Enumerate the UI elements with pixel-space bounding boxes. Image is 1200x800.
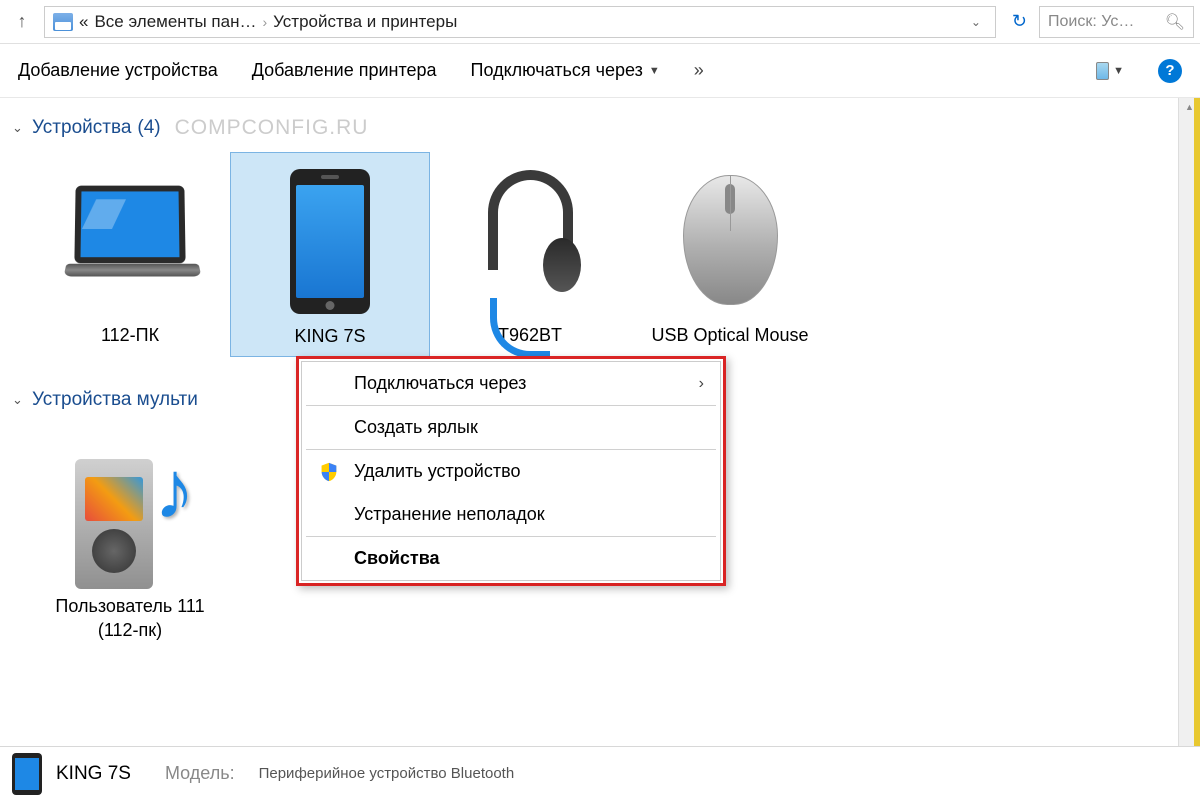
breadcrumb[interactable]: « Все элементы пан… › Устройства и принт… <box>44 6 996 38</box>
group-header-devices[interactable]: ⌄ Устройства (4) COMPCONFIG.RU <box>8 108 1170 144</box>
details-model-label: Модель: <box>165 763 235 784</box>
breadcrumb-prefix: « <box>79 12 88 32</box>
connect-via-button[interactable]: Подключаться через ▼ <box>471 60 660 81</box>
group-title: Устройства мульти <box>32 389 198 411</box>
menu-item-connect-via[interactable]: Подключаться через › <box>302 362 720 405</box>
folder-icon <box>53 13 73 31</box>
menu-item-troubleshoot[interactable]: Устранение неполадок <box>302 493 720 536</box>
chevron-down-icon: ⌄ <box>12 120 26 136</box>
device-item-media[interactable]: ♪ Пользователь 111 (112-пк) <box>30 423 230 650</box>
device-item-phone[interactable]: KING 7S <box>230 152 430 357</box>
window-edge <box>1194 98 1200 746</box>
nav-up-icon[interactable]: ↑ <box>6 6 38 38</box>
context-menu: Подключаться через › Создать ярлык Удали… <box>296 356 726 586</box>
chevron-right-icon: › <box>262 14 267 30</box>
search-input[interactable]: Поиск: Ус… 🔍︎ <box>1039 6 1194 38</box>
picture-icon <box>1096 62 1109 80</box>
address-bar: ↑ « Все элементы пан… › Устройства и при… <box>0 0 1200 44</box>
search-icon[interactable]: 🔍︎ <box>1165 12 1185 32</box>
details-thumbnail <box>12 753 42 795</box>
device-label: Пользователь 111 (112-пк) <box>38 595 222 642</box>
group-title: Устройства <box>32 117 131 139</box>
chevron-down-icon: ▼ <box>1113 65 1124 77</box>
media-player-icon: ♪ <box>65 434 195 589</box>
search-placeholder: Поиск: Ус… <box>1048 13 1134 31</box>
group-count: (4) <box>137 117 160 139</box>
breadcrumb-segment[interactable]: Устройства и принтеры <box>273 12 457 32</box>
add-device-button[interactable]: Добавление устройства <box>18 60 218 81</box>
device-label: USB Optical Mouse <box>651 324 808 347</box>
device-item-laptop[interactable]: 112-ПК <box>30 152 230 357</box>
menu-label: Создать ярлык <box>354 417 478 438</box>
add-printer-button[interactable]: Добавление принтера <box>252 60 437 81</box>
refresh-icon[interactable]: ↻ <box>1002 11 1037 32</box>
menu-item-create-shortcut[interactable]: Создать ярлык <box>302 406 720 449</box>
menu-label: Свойства <box>354 548 440 569</box>
details-device-name: KING 7S <box>56 763 131 785</box>
laptop-icon <box>65 185 195 295</box>
details-pane: KING 7S Модель: Периферийное устройство … <box>0 746 1200 800</box>
chevron-down-icon: ▼ <box>649 65 660 77</box>
menu-item-properties[interactable]: Свойства <box>302 537 720 580</box>
chevron-right-icon: › <box>699 375 704 393</box>
menu-label: Устранение неполадок <box>354 504 545 525</box>
device-item-headset[interactable]: T962BT <box>430 152 630 357</box>
help-icon[interactable]: ? <box>1158 59 1182 83</box>
device-list: 112-ПК KING 7S <box>8 144 1170 357</box>
content-area: ⌄ Устройства (4) COMPCONFIG.RU 112-ПК <box>0 98 1178 746</box>
menu-label: Удалить устройство <box>354 461 520 482</box>
mouse-icon <box>683 175 778 305</box>
toolbar: Добавление устройства Добавление принтер… <box>0 44 1200 98</box>
device-label: KING 7S <box>294 325 365 348</box>
device-label: 112-ПК <box>101 324 159 347</box>
shield-icon <box>318 460 340 484</box>
device-item-mouse[interactable]: USB Optical Mouse <box>630 152 830 357</box>
breadcrumb-dropdown-icon[interactable]: ⌄ <box>965 15 987 29</box>
toolbar-overflow-button[interactable]: » <box>694 60 704 81</box>
view-options-button[interactable]: ▼ <box>1096 60 1124 82</box>
details-model-value: Периферийное устройство Bluetooth <box>259 765 515 782</box>
menu-label: Подключаться через <box>354 373 526 394</box>
breadcrumb-segment[interactable]: Все элементы пан… <box>94 12 256 32</box>
menu-item-remove-device[interactable]: Удалить устройство <box>302 450 720 493</box>
watermark-text: COMPCONFIG.RU <box>175 116 369 140</box>
phone-icon <box>290 169 370 314</box>
chevron-down-icon: ⌄ <box>12 392 26 408</box>
headset-icon <box>470 170 590 310</box>
connect-via-label: Подключаться через <box>471 60 643 81</box>
